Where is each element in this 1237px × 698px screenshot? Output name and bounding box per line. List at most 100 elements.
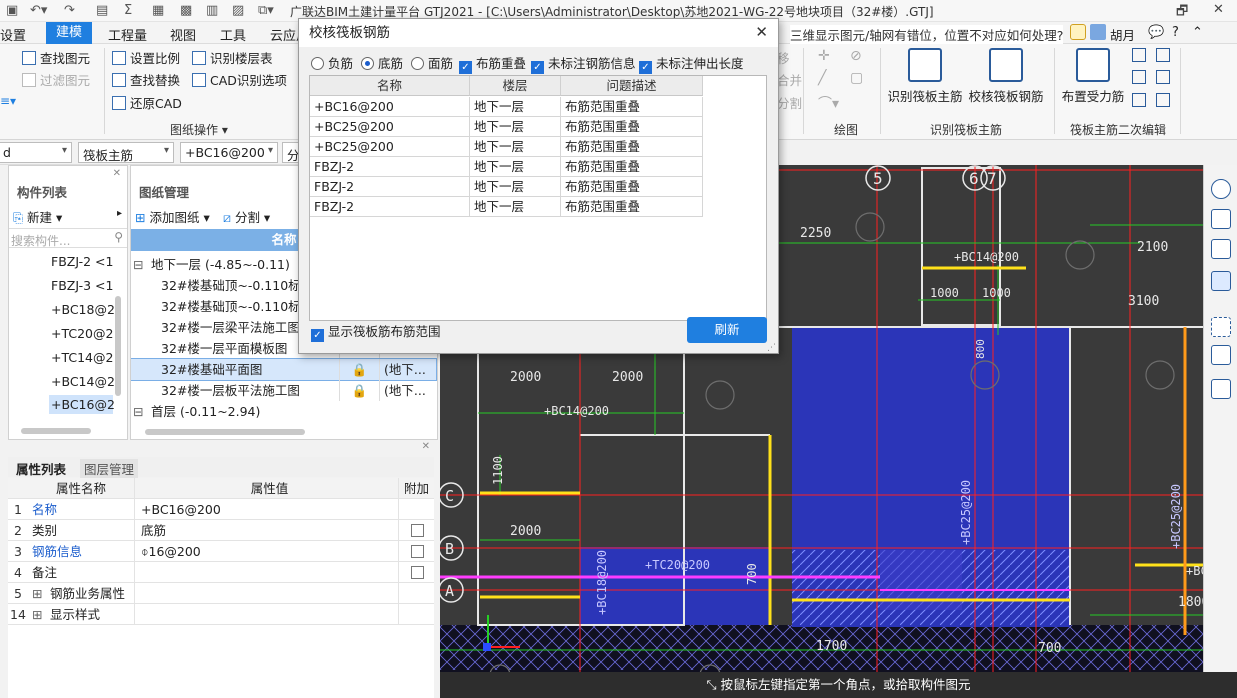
chat-icon[interactable]: 💬 — [1148, 25, 1164, 40]
radio-negative-rebar[interactable]: 负筋 — [311, 53, 353, 72]
check-show-range[interactable]: ✓ 显示筏板筋布筋范围 — [311, 321, 441, 342]
identify-floor-table-button[interactable]: 识别楼层表 — [192, 48, 273, 67]
property-value[interactable] — [134, 604, 398, 625]
property-row[interactable]: ⊞ 5 钢筋业务属性 — [8, 583, 434, 604]
fullscreen-icon[interactable] — [1211, 317, 1231, 337]
split-drawing-button[interactable]: ⧄ 分割 ▾ — [223, 207, 270, 226]
close-icon[interactable]: ✕ — [755, 23, 768, 41]
undo-icon[interactable]: ↶▾ — [30, 3, 47, 18]
list-item[interactable]: FBZJ-3 <1 — [51, 278, 113, 293]
cancel-draw-icon[interactable]: ⊘ — [850, 48, 862, 64]
floor-select[interactable]: d — [0, 142, 72, 163]
set-scale-button[interactable]: 设置比例 — [112, 48, 180, 67]
dropdown-icon[interactable]: ⧉▾ — [258, 3, 274, 18]
more-icon[interactable]: ▸ — [117, 208, 122, 219]
edit-icon[interactable] — [1156, 70, 1170, 84]
user-name[interactable]: 胡月 — [1110, 25, 1135, 44]
radio-bottom-rebar[interactable]: 底筋 — [361, 53, 403, 72]
refresh-button[interactable]: 刷新 — [687, 317, 767, 343]
restore-cad-button[interactable]: 还原CAD — [112, 93, 182, 112]
tree-row[interactable]: ⊟ 首层 (-0.11~2.94) — [131, 401, 436, 422]
menu-settings[interactable]: 设置 — [0, 25, 26, 44]
grid-icon[interactable]: ▩ — [180, 3, 192, 18]
merge-button[interactable]: 合并 — [777, 70, 802, 89]
menu-quantity[interactable]: 工程量 — [108, 25, 147, 44]
add-drawing-button[interactable]: ⊞ 添加图纸 ▾ — [135, 207, 210, 226]
component-select[interactable]: +BC16@200 — [180, 142, 278, 163]
tree-row[interactable]: 32#楼基础平面图 🔒 (地下... — [131, 358, 437, 381]
menu-modeling[interactable]: 建模 — [46, 22, 93, 44]
collapse-icon[interactable]: ⊟ — [133, 254, 143, 275]
new-component-button[interactable]: ⎘ 新建 ▾ — [13, 207, 62, 226]
list-item[interactable]: +TC20@2 — [51, 326, 113, 341]
calc-icon[interactable]: ▦ — [152, 3, 164, 18]
h-scrollbar[interactable] — [21, 428, 91, 434]
expand-icon[interactable]: ⌃ — [1192, 25, 1203, 40]
property-row[interactable]: 4 备注 — [8, 562, 434, 583]
scrollbar[interactable] — [115, 296, 121, 396]
more-icon[interactable]: ≡▾ — [0, 94, 16, 108]
collapse-icon[interactable]: ⊟ — [133, 401, 143, 422]
property-value[interactable]: +BC16@200 — [134, 499, 398, 520]
edit-icon[interactable] — [1156, 48, 1170, 62]
split-button[interactable]: 分割 — [777, 93, 802, 112]
list-item[interactable]: +BC18@2 — [51, 302, 115, 317]
arc-icon[interactable]: ⌒▾ — [818, 93, 839, 113]
property-value[interactable] — [134, 562, 398, 583]
edit-icon[interactable] — [1132, 93, 1146, 107]
plan-view-icon[interactable] — [1211, 239, 1231, 259]
close-icon[interactable]: ✕ — [1213, 2, 1224, 17]
line-icon[interactable]: ╱ — [818, 70, 826, 86]
restore-icon[interactable]: 🗗 — [1176, 2, 1188, 24]
notice-link[interactable]: 三维显示图元/轴网有错位，位置不对应如何处理? — [790, 25, 1064, 44]
extra-checkbox[interactable] — [411, 566, 424, 579]
property-row[interactable]: 1 名称 +BC16@200 — [8, 499, 434, 520]
view-cube-icon[interactable] — [1211, 271, 1231, 291]
toolbar-icon[interactable]: ▤ — [96, 3, 108, 18]
edit-icon[interactable] — [1132, 48, 1146, 62]
tree-row[interactable]: 32#楼一层板平法施工图 🔒 (地下... — [131, 380, 436, 401]
tab-layers[interactable]: 图层管理 — [80, 459, 139, 478]
h-scrollbar[interactable] — [145, 429, 305, 435]
display-settings-icon[interactable] — [1211, 379, 1231, 399]
layer-icon[interactable]: ▨ — [232, 3, 244, 18]
check-unlabeled-info[interactable]: ✓ 未标注钢筋信息 — [531, 53, 636, 74]
component-type-select[interactable]: 筏板主筋 — [78, 142, 174, 163]
avatar[interactable] — [1090, 24, 1106, 40]
check-raft-rebar-button[interactable]: 校核筏板钢筋 — [966, 48, 1046, 105]
tab-properties[interactable]: 属性列表 — [16, 459, 67, 480]
help-icon[interactable]: ? — [1172, 25, 1179, 40]
report-icon[interactable]: ▥ — [206, 3, 218, 18]
expand-icon[interactable]: ⊞ — [32, 583, 42, 604]
rect-icon[interactable]: ▢ — [850, 70, 863, 86]
place-rebar-button[interactable]: 布置受力筋 — [1060, 48, 1126, 105]
list-item[interactable]: +TC14@2 — [51, 350, 113, 365]
edit-icon[interactable] — [1156, 93, 1170, 107]
sum-icon[interactable]: Σ — [124, 3, 132, 18]
point-icon[interactable]: ✛ — [818, 48, 830, 64]
edit-icon[interactable] — [1132, 70, 1146, 84]
resize-grip-icon[interactable]: ⋰ — [767, 343, 776, 353]
orbit-icon[interactable] — [1211, 179, 1231, 199]
check-overlap[interactable]: ✓ 布筋重叠 — [459, 53, 526, 74]
extra-checkbox[interactable] — [411, 524, 424, 537]
property-row[interactable]: 3 钢筋信息 ⌽16@200 — [8, 541, 434, 562]
property-row[interactable]: 2 类别 底筋 — [8, 520, 434, 541]
box-select-icon[interactable] — [1211, 345, 1231, 365]
close-icon[interactable]: ✕ — [113, 168, 121, 179]
cad-options-button[interactable]: CAD识别选项 — [192, 70, 287, 89]
save-icon[interactable]: ▣ — [6, 3, 18, 18]
identify-raft-rebar-button[interactable]: 识别筏板主筋 — [886, 48, 964, 105]
expand-icon[interactable]: ⊞ — [32, 604, 42, 625]
extra-checkbox[interactable] — [411, 545, 424, 558]
search-box[interactable]: 搜索构件... ⚲ — [9, 228, 127, 248]
3d-view-icon[interactable] — [1211, 209, 1231, 229]
lock-icon[interactable]: 🔒 — [339, 380, 379, 401]
property-value[interactable]: ⌽16@200 — [134, 541, 398, 562]
property-row[interactable]: ⊞ 14 显示样式 — [8, 604, 434, 625]
list-item[interactable]: FBZJ-2 <1 — [51, 254, 113, 269]
property-value[interactable] — [134, 583, 398, 604]
menu-view[interactable]: 视图 — [170, 25, 196, 44]
list-item-selected[interactable]: +BC16@2 — [49, 395, 115, 414]
lock-icon[interactable]: 🔒 — [339, 359, 379, 380]
